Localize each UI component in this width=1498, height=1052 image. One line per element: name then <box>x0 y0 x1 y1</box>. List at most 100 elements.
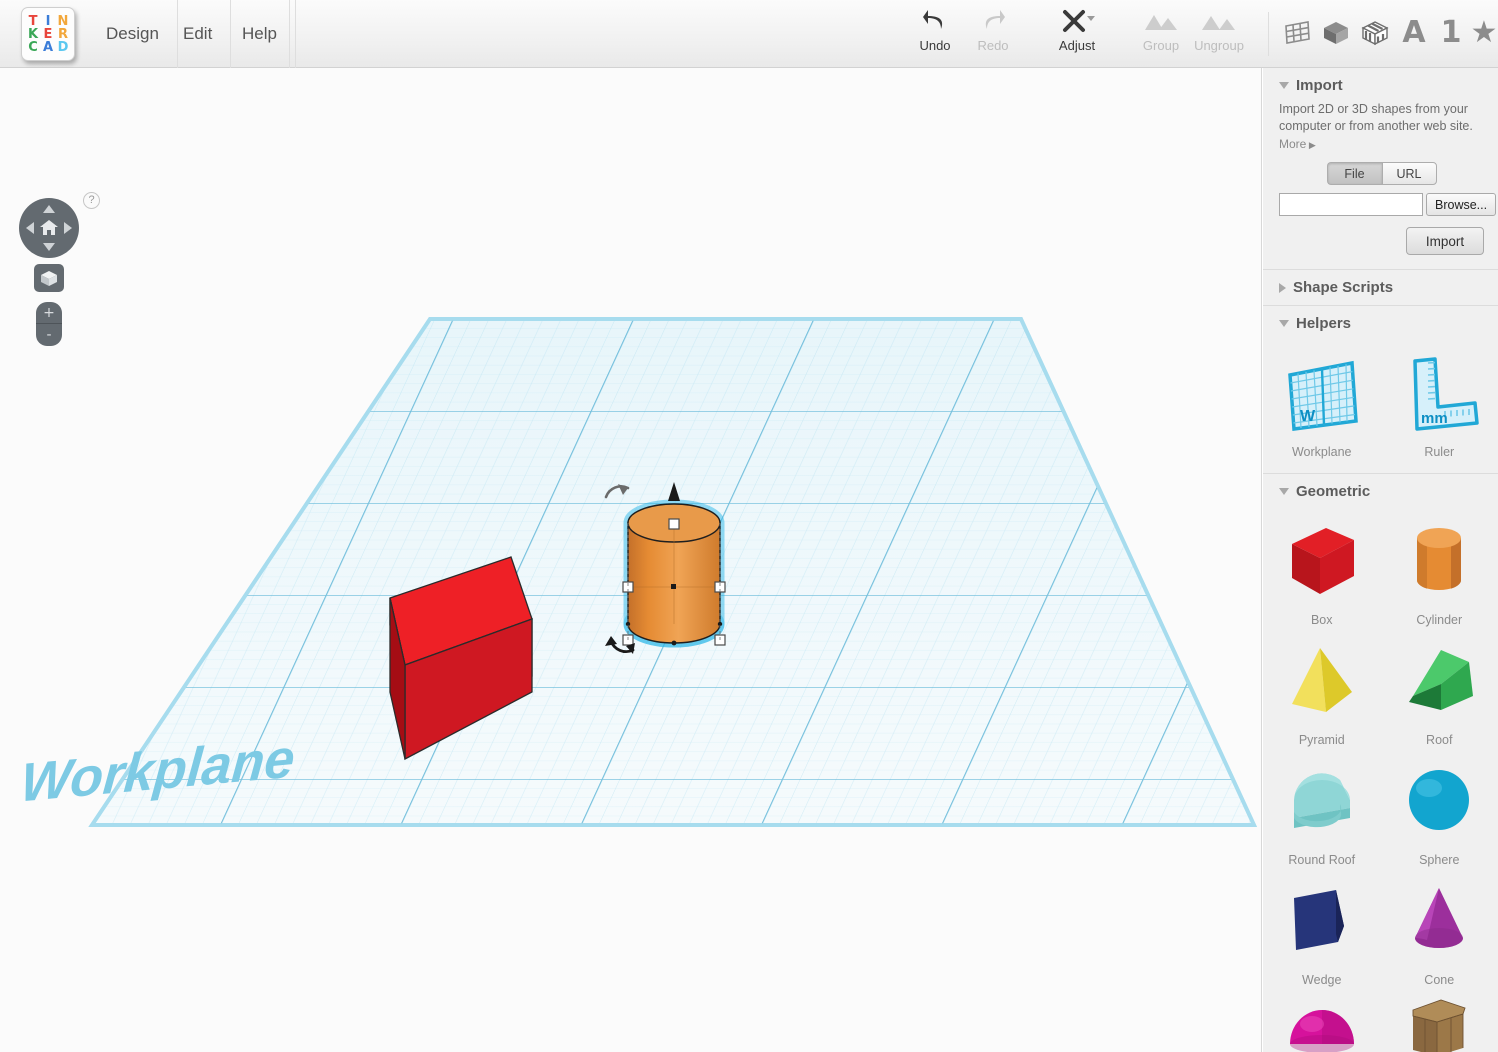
canvas-scene: Workplane <box>18 317 1258 827</box>
home-icon[interactable] <box>39 217 59 237</box>
shape-pyramid[interactable]: Pyramid <box>1263 631 1381 751</box>
right-icons-divider <box>1268 12 1269 56</box>
logo-letter: D <box>57 39 69 55</box>
geometric-section-header[interactable]: Geometric <box>1263 474 1498 507</box>
menu-help[interactable]: Help <box>224 0 296 68</box>
shape-cone[interactable]: Cone <box>1381 871 1498 991</box>
import-path-input[interactable] <box>1279 193 1423 216</box>
svg-text:W: W <box>1300 408 1316 425</box>
geometric-title: Geometric <box>1296 483 1371 500</box>
ruler-helper-icon: mm <box>1393 343 1485 442</box>
polygon-prism-shape-icon <box>1397 991 1481 1052</box>
chevron-down-icon <box>1279 488 1289 495</box>
redo-label: Redo <box>977 38 1009 53</box>
view-cube-icon[interactable] <box>34 264 64 292</box>
handle-center-dot <box>671 584 676 589</box>
chevron-down-icon <box>1279 82 1289 89</box>
helper-workplane-label: Workplane <box>1291 445 1352 459</box>
tab-url[interactable]: URL <box>1381 162 1437 185</box>
import-section-header[interactable]: Import <box>1263 68 1498 101</box>
logo-letter: N <box>57 13 69 29</box>
pyramid-shape-icon <box>1280 631 1364 730</box>
ungroup-label: Ungroup <box>1194 38 1244 53</box>
numbers-glyph: 1 <box>1440 15 1462 50</box>
logo-letter: R <box>57 26 68 42</box>
shape-cylinder-label: Cylinder <box>1416 613 1463 627</box>
helper-workplane[interactable]: W Workplane <box>1263 343 1381 463</box>
zoom-out-button[interactable]: - <box>36 324 62 346</box>
cube-icon[interactable] <box>1315 10 1357 56</box>
view-navigation-pad[interactable] <box>19 198 79 258</box>
tab-file[interactable]: File <box>1326 162 1382 185</box>
shape-scripts-section-header[interactable]: Shape Scripts <box>1263 270 1498 303</box>
tinkercad-app: T I N K E R C A D Design Edit Help Undo … <box>0 0 1498 1052</box>
redo-button[interactable]: Redo <box>956 6 1030 62</box>
chevron-right-icon <box>1279 282 1286 293</box>
redo-arrow-icon <box>956 6 1030 36</box>
browse-button[interactable]: Browse... <box>1426 193 1497 216</box>
shape-round-roof[interactable]: Round Roof <box>1263 751 1381 871</box>
helper-ruler[interactable]: mm Ruler <box>1381 343 1498 463</box>
helpers-title: Helpers <box>1296 315 1352 332</box>
zoom-controls[interactable]: + - <box>36 302 62 346</box>
adjust-button[interactable]: Adjust <box>1040 6 1114 62</box>
shape-sphere-label: Sphere <box>1419 853 1460 867</box>
shape-box-label: Box <box>1310 613 1333 627</box>
arrow-up-icon[interactable] <box>43 205 55 213</box>
workplane-helper-icon: W <box>1276 343 1368 442</box>
adjust-label: Adjust <box>1058 38 1096 53</box>
shape-cylinder[interactable]: Cylinder <box>1381 511 1498 631</box>
shape-round-roof-label: Round Roof <box>1288 853 1356 867</box>
logo-letter: K <box>27 26 39 42</box>
letters-icon[interactable]: A <box>1393 10 1435 56</box>
import-section-body: Import 2D or 3D shapes from your compute… <box>1263 101 1498 267</box>
logo-row-3: C A D <box>27 41 69 54</box>
arrow-left-icon[interactable] <box>26 222 34 234</box>
grid-icon[interactable] <box>1276 10 1318 56</box>
tinkercad-logo[interactable]: T I N K E R C A D <box>21 7 75 61</box>
more-arrow-icon: ▶ <box>1306 140 1316 150</box>
round-roof-shape-icon <box>1280 751 1364 850</box>
shape-dome[interactable] <box>1263 991 1381 1052</box>
shape-wedge[interactable]: Wedge <box>1263 871 1381 991</box>
outline-dot-bottom <box>671 640 677 646</box>
shapes-sidebar: Import Import 2D or 3D shapes from your … <box>1263 68 1498 1052</box>
logo-letter: E <box>43 26 53 42</box>
cone-shape-icon <box>1397 871 1481 970</box>
more-link[interactable]: More ▶ <box>1279 137 1484 151</box>
svg-text:mm: mm <box>1421 410 1448 427</box>
import-button[interactable]: Import <box>1406 227 1484 255</box>
more-label: More <box>1279 137 1307 151</box>
zoom-in-button[interactable]: + <box>36 302 62 324</box>
arrow-right-icon[interactable] <box>64 222 72 234</box>
logo-letter: A <box>42 39 54 55</box>
shape-scripts-title: Shape Scripts <box>1293 279 1394 296</box>
shape-roof[interactable]: Roof <box>1381 631 1498 751</box>
chevron-down-icon <box>1279 320 1289 327</box>
import-action-row: Import <box>1279 227 1484 255</box>
adjust-tools-icon <box>1040 6 1114 36</box>
import-file-row: Browse... <box>1279 193 1497 216</box>
helpers-section-header[interactable]: Helpers <box>1263 306 1498 339</box>
geometric-grid: Box Cylinder Pyramid Roof Round Roof Sph… <box>1263 507 1498 1052</box>
logo-row-2: K E R <box>27 28 69 41</box>
shape-polygon[interactable] <box>1381 991 1498 1052</box>
3d-canvas[interactable]: Workplane + - ? <box>0 68 1262 1052</box>
import-title: Import <box>1296 77 1343 94</box>
letters-glyph: A <box>1402 15 1426 50</box>
shape-sphere[interactable]: Sphere <box>1381 751 1498 871</box>
helper-ruler-label: Ruler <box>1424 445 1455 459</box>
dome-shape-icon <box>1280 991 1364 1052</box>
arrow-down-icon[interactable] <box>43 243 55 251</box>
cylinder-shape-icon <box>1397 511 1481 610</box>
ungroup-button[interactable]: Ungroup <box>1182 6 1256 62</box>
shape-pyramid-label: Pyramid <box>1298 733 1345 747</box>
import-source-tabs: File URL <box>1279 162 1484 185</box>
menu-edit[interactable]: Edit <box>165 0 232 68</box>
shape-box[interactable]: Box <box>1263 511 1381 631</box>
star-icon[interactable]: ★ <box>1463 10 1498 56</box>
menu-divider <box>289 0 290 68</box>
help-button[interactable]: ? <box>83 192 100 209</box>
shape-roof-label: Roof <box>1426 733 1453 747</box>
striped-cube-icon[interactable] <box>1354 10 1396 56</box>
